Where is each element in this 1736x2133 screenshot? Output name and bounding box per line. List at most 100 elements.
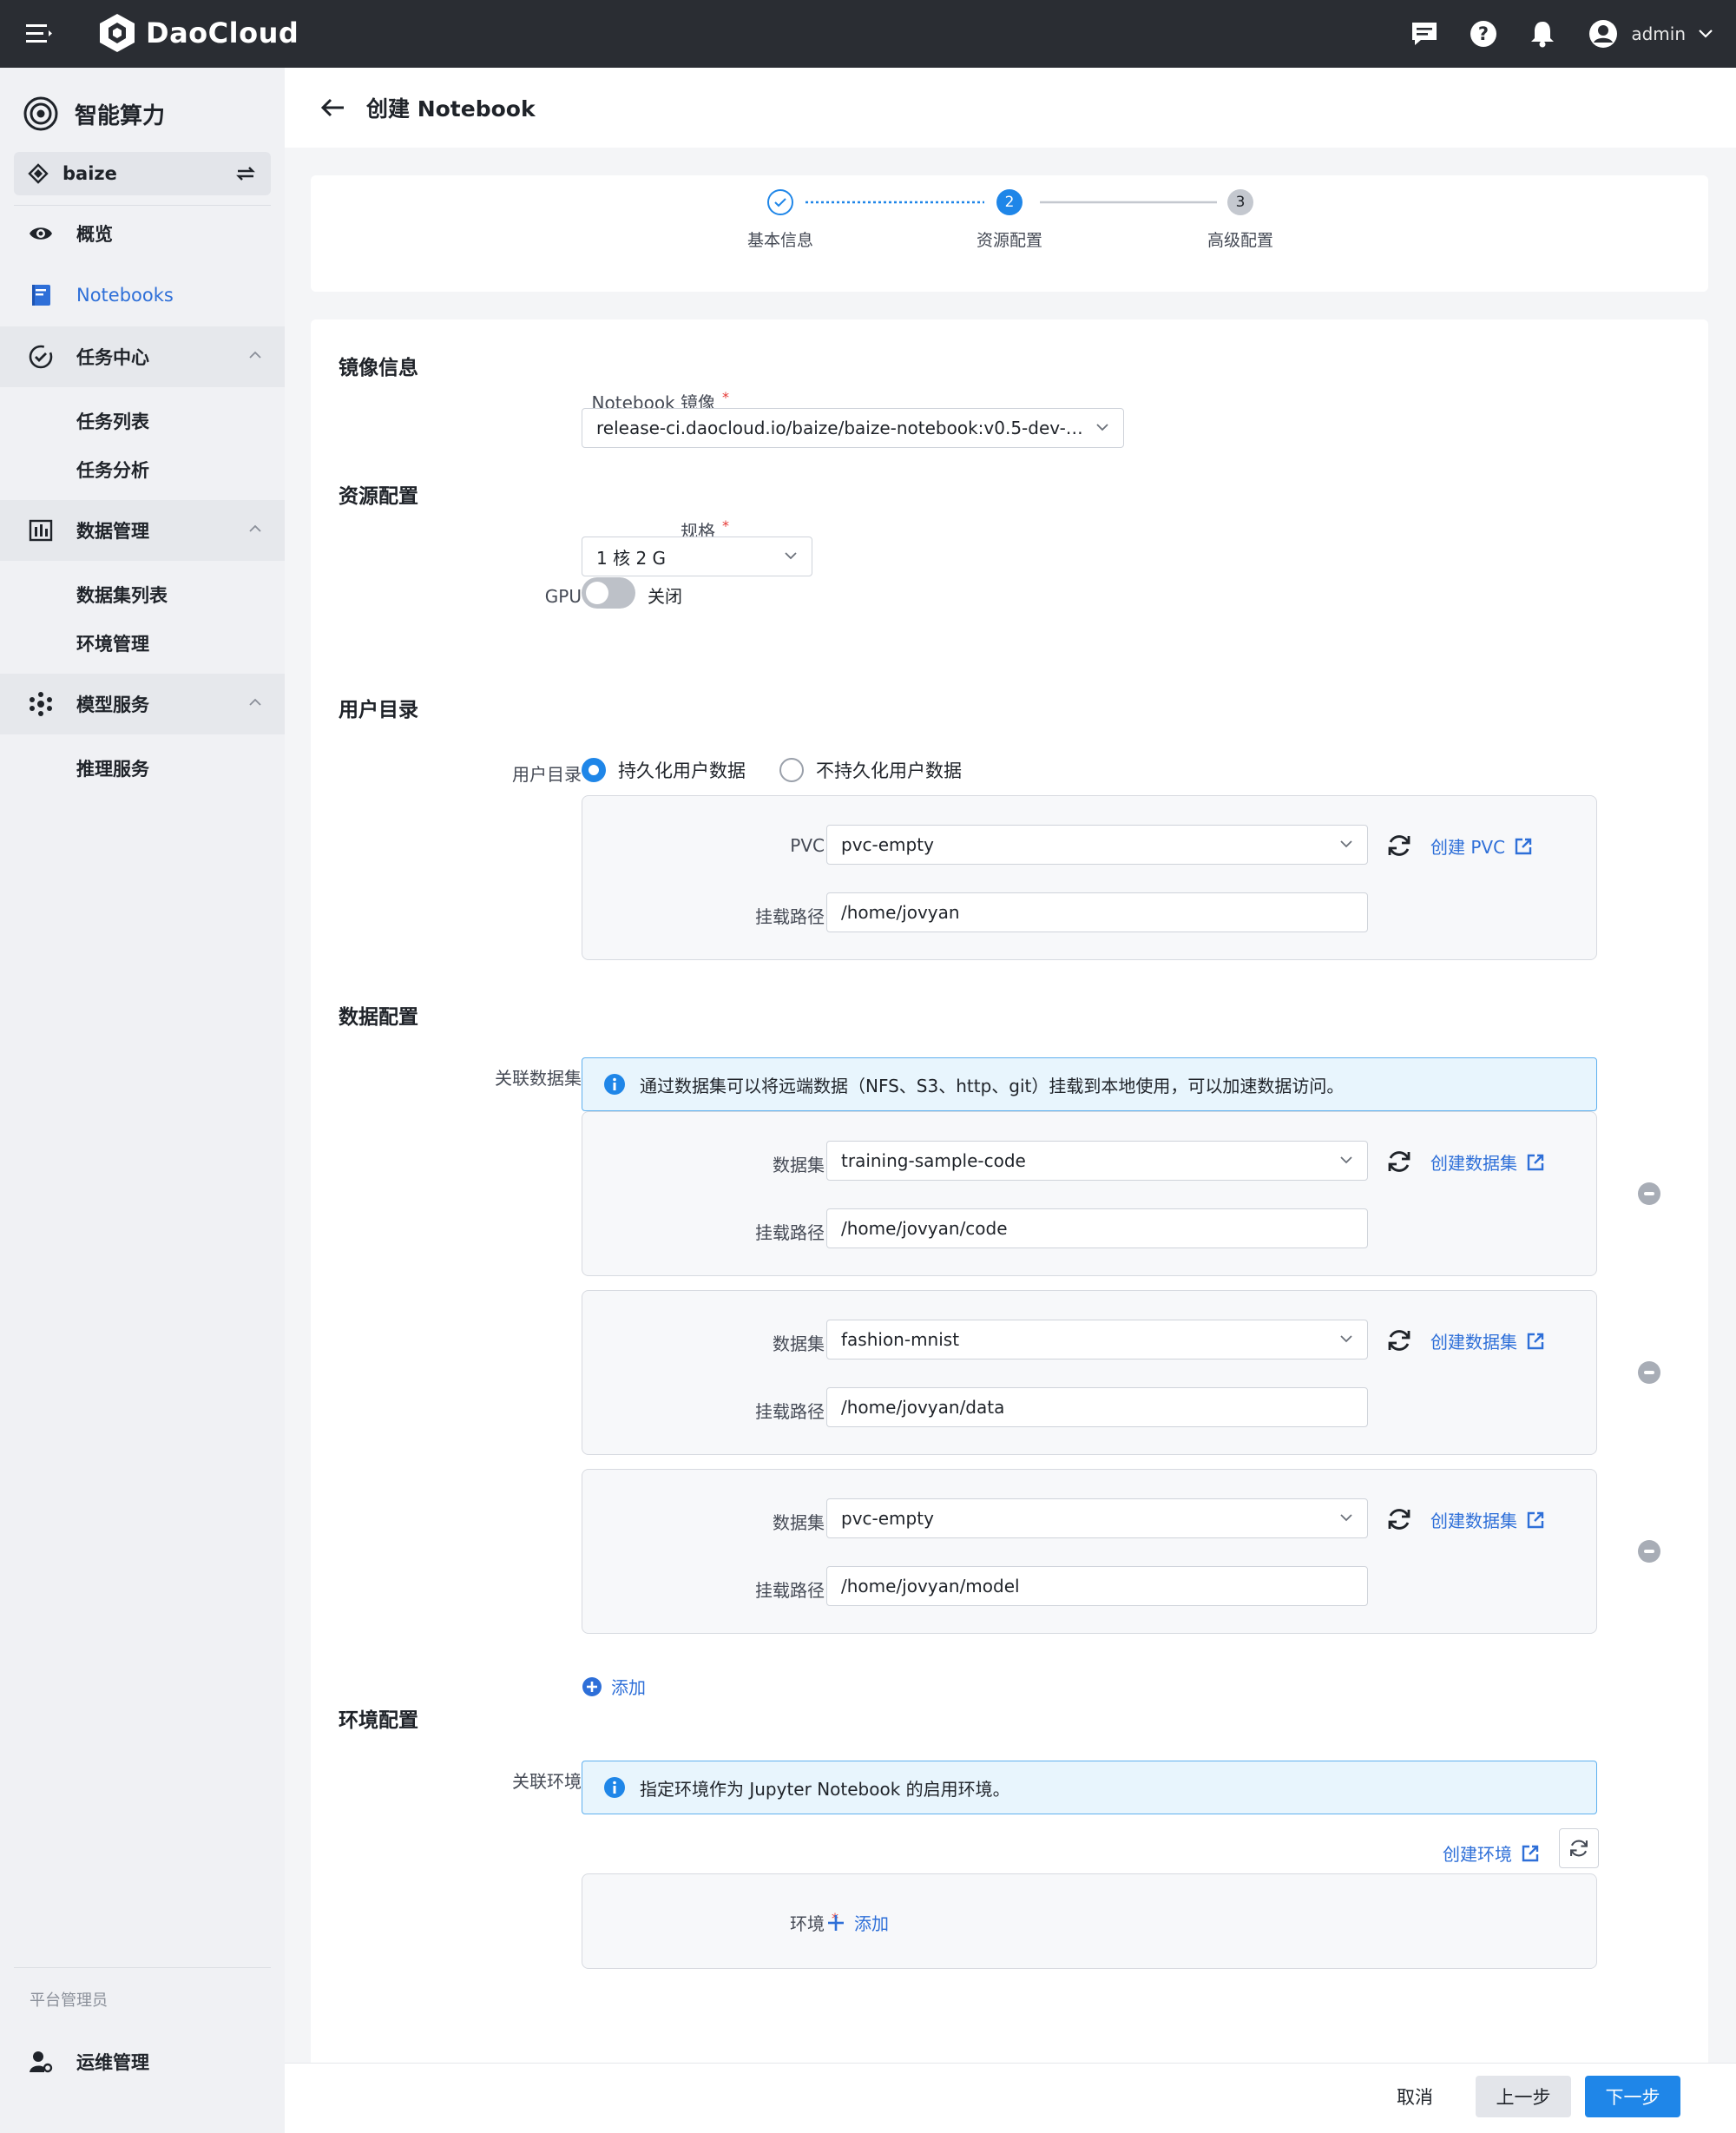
sidebar-item-label: 数据管理	[76, 521, 149, 542]
sidebar-item-overview[interactable]: 概览	[0, 203, 285, 264]
plus-icon	[828, 1914, 844, 1931]
sidebar-item-ops[interactable]: 运维管理	[0, 2031, 285, 2092]
menu-icon[interactable]	[24, 21, 54, 47]
label-text: 挂载路径	[755, 1401, 825, 1422]
refresh-env-button[interactable]	[1559, 1828, 1599, 1868]
sidebar-group-model-service[interactable]: 模型服务	[0, 674, 285, 734]
spec-select[interactable]: 1 核 2 G	[582, 537, 812, 576]
select-value: pvc-empty	[841, 1508, 934, 1529]
check-icon	[767, 189, 793, 215]
sidebar-item-env-management[interactable]: 环境管理	[76, 630, 149, 656]
form-card: 镜像信息 Notebook 镜像 * release-ci.daocloud.io…	[311, 319, 1708, 2108]
link-text: 创建 PVC	[1430, 837, 1506, 858]
chevron-down-icon	[1096, 424, 1108, 431]
dataset-config-box	[582, 1290, 1597, 1455]
refresh-icon[interactable]	[1385, 1327, 1413, 1354]
user-menu[interactable]: admin	[1588, 18, 1713, 49]
radio-non-persistent[interactable]: 不持久化用户数据	[779, 757, 962, 783]
switch-icon[interactable]	[234, 163, 257, 184]
add-env-button[interactable]: 添加	[826, 1910, 889, 1935]
message-icon[interactable]	[1409, 18, 1440, 49]
sidebar: 智能算力 baize 概览 Notebooks 任务中心 任务列表 任务分析 数…	[0, 68, 285, 2133]
svg-text:?: ?	[1478, 23, 1489, 44]
add-dataset-button[interactable]: 添加	[582, 1674, 646, 1699]
step-2: 2 资源配置	[962, 189, 1057, 251]
user-gear-icon	[30, 2051, 53, 2073]
daocloud-logo-icon	[100, 14, 135, 52]
label-text: PVC	[790, 835, 825, 856]
data-chart-icon	[29, 519, 53, 542]
add-label: 添加	[611, 1677, 646, 1698]
step-label: 资源配置	[976, 231, 1042, 250]
dataset-select[interactable]: fashion-mnist	[826, 1320, 1368, 1359]
page-title: 创建 Notebook	[366, 96, 536, 122]
sidebar-item-task-analysis[interactable]: 任务分析	[76, 457, 149, 483]
dataset-mount-path-input[interactable]: /home/jovyan/code	[826, 1208, 1368, 1248]
dataset-select[interactable]: pvc-empty	[826, 1498, 1368, 1538]
pvc-config-box	[582, 795, 1597, 960]
help-icon[interactable]: ?	[1468, 18, 1499, 49]
info-text: 指定环境作为 Jupyter Notebook 的启用环境。	[640, 1778, 1010, 1800]
refresh-icon	[1570, 1840, 1588, 1857]
logo[interactable]: DaoCloud	[97, 12, 299, 54]
cancel-button[interactable]: 取消	[1371, 2076, 1458, 2117]
prev-step-button[interactable]: 上一步	[1476, 2076, 1571, 2117]
link-text: 创建环境	[1443, 1844, 1512, 1865]
sidebar-group-data-management[interactable]: 数据管理	[0, 500, 285, 561]
radio-label: 持久化用户数据	[618, 760, 746, 781]
workspace-switcher[interactable]: baize	[14, 152, 271, 195]
refresh-icon[interactable]	[1385, 832, 1413, 859]
sidebar-item-task-list[interactable]: 任务列表	[76, 408, 149, 434]
sidebar-group-task-center[interactable]: 任务中心	[0, 326, 285, 387]
chevron-up-icon	[249, 351, 261, 359]
chevron-down-icon	[1699, 30, 1713, 38]
gpu-toggle[interactable]	[582, 577, 635, 609]
external-link-icon	[1527, 1511, 1544, 1528]
create-dataset-link[interactable]: 创建数据集	[1430, 1328, 1545, 1353]
check-circle-icon	[29, 345, 53, 369]
radio-dot-selected	[582, 758, 606, 782]
create-dataset-link[interactable]: 创建数据集	[1430, 1149, 1545, 1175]
remove-dataset-icon[interactable]	[1638, 1182, 1660, 1205]
dataset-select[interactable]: training-sample-code	[826, 1141, 1368, 1181]
info-text: 通过数据集可以将远端数据（NFS、S3、http、git）挂载到本地使用，可以加…	[640, 1075, 1345, 1096]
dataset-mount-path-input[interactable]: /home/jovyan/model	[826, 1566, 1368, 1606]
logo-text: DaoCloud	[146, 16, 299, 49]
mount-path-input[interactable]: /home/jovyan	[826, 892, 1368, 932]
remove-dataset-icon[interactable]	[1638, 1361, 1660, 1384]
create-pvc-link[interactable]: 创建 PVC	[1430, 833, 1533, 859]
footer-bar: 取消 上一步 下一步	[285, 2063, 1736, 2133]
radio-persistent[interactable]: 持久化用户数据	[582, 757, 746, 783]
refresh-icon[interactable]	[1385, 1148, 1413, 1175]
workspace-name: baize	[62, 163, 117, 184]
top-bar: DaoCloud ? admin	[0, 0, 1736, 68]
user-dir-label: 用户目录	[512, 764, 582, 785]
link-text: 创建数据集	[1430, 1153, 1517, 1174]
next-step-button[interactable]: 下一步	[1585, 2076, 1680, 2117]
info-icon	[604, 1074, 625, 1095]
external-link-icon	[1527, 1154, 1544, 1170]
create-dataset-link[interactable]: 创建数据集	[1430, 1507, 1545, 1532]
section-title-env: 环境配置	[339, 1709, 418, 1732]
pvc-select[interactable]: pvc-empty	[826, 825, 1368, 865]
bell-icon[interactable]	[1527, 18, 1558, 49]
sidebar-item-notebooks[interactable]: Notebooks	[0, 265, 285, 326]
notebook-image-select[interactable]: release-ci.daocloud.io/baize/baize-noteb…	[582, 408, 1124, 448]
label-text: 数据集	[773, 1333, 825, 1354]
select-value: training-sample-code	[841, 1150, 1026, 1171]
sidebar-item-inference[interactable]: 推理服务	[76, 755, 149, 781]
dataset-mount-path-input[interactable]: /home/jovyan/data	[826, 1387, 1368, 1427]
label-text: 挂载路径	[755, 906, 825, 927]
label-text: 挂载路径	[755, 1580, 825, 1601]
sidebar-item-label: 任务中心	[76, 347, 149, 368]
back-arrow-icon[interactable]	[319, 97, 345, 118]
env-assoc-label: 关联环境	[512, 1771, 582, 1792]
create-env-link[interactable]: 创建环境	[1443, 1840, 1540, 1866]
remove-dataset-icon[interactable]	[1638, 1540, 1660, 1563]
link-text: 创建数据集	[1430, 1511, 1517, 1531]
refresh-icon[interactable]	[1385, 1505, 1413, 1533]
sidebar-item-dataset-list[interactable]: 数据集列表	[76, 582, 168, 608]
divider	[14, 1967, 271, 1968]
section-title-data: 数据配置	[339, 1006, 418, 1029]
section-title-user-dir: 用户目录	[339, 699, 418, 721]
